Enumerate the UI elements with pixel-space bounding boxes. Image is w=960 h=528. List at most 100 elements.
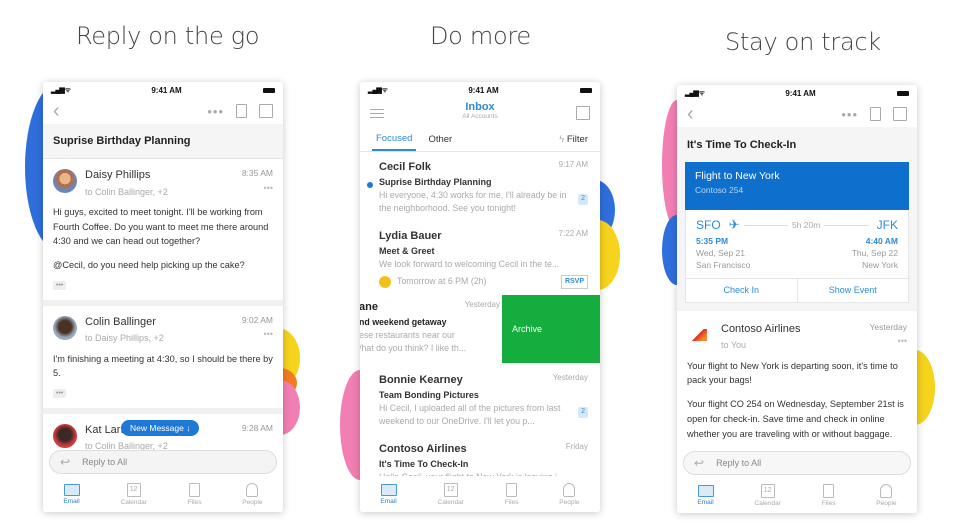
more-icon[interactable]: ••• [242, 327, 273, 341]
reply-all-field[interactable]: ↩ Reply to All [683, 451, 911, 475]
thread-message[interactable]: Contoso Airlines to You Yesterday ••• Yo… [677, 311, 917, 449]
list-item[interactable]: Cecil Folk 9:17 AM Suprise Birthday Plann… [360, 152, 600, 221]
avatar [53, 315, 77, 340]
back-button[interactable]: ‹ [53, 100, 60, 123]
tab-bar: Email 12 Calendar Files People [677, 477, 917, 513]
archive-icon[interactable] [893, 107, 907, 121]
departure-date: Wed, Sep 21 [696, 248, 745, 259]
tab-people[interactable]: People [559, 482, 580, 506]
recipients: to Daisy Phillips, +2 [85, 333, 164, 344]
message-subject: Suprise Birthday Planning [379, 176, 492, 187]
message-time: 9:28 AM [241, 422, 273, 433]
calendar-event-icon [379, 275, 391, 288]
message-body: Hi guys, excited to meet tonight. I'll b… [53, 206, 269, 247]
list-item[interactable]: Lydia Bauer 7:22 AM Meet & Greet We look … [360, 221, 600, 295]
expand-icon[interactable]: ••• [53, 389, 67, 398]
tab-calendar[interactable]: 12 Calendar [120, 482, 147, 506]
status-bar: ▂▄▆ ᯤ 9:41 AM [360, 82, 600, 98]
filter-button[interactable]: ϟ Filter [559, 134, 588, 145]
tab-calendar[interactable]: 12 Calendar [754, 483, 781, 507]
new-message-pill[interactable]: New Message ↓ [121, 420, 200, 436]
tab-email[interactable]: Email [63, 483, 80, 505]
expand-icon[interactable]: ••• [53, 280, 67, 290]
thread-count-badge: 2 [578, 407, 588, 418]
archive-icon[interactable] [259, 104, 273, 118]
archive-swipe-action[interactable]: Archive [502, 295, 600, 364]
sender-name: Daisy Phillips [85, 169, 151, 181]
more-icon[interactable]: ••• [841, 107, 858, 122]
message-subject: Team Bonding Pictures [379, 389, 479, 400]
recipients: to You [721, 340, 747, 351]
panel-title-do-more: Do more [430, 22, 531, 50]
status-bar: ▂▄▆ ᯤ 9:41 AM [677, 85, 917, 101]
flight-number: Contoso 254 [695, 185, 744, 195]
more-icon[interactable]: ••• [242, 181, 273, 195]
back-button[interactable]: ‹ [687, 103, 694, 126]
message-body: I'm finishing a meeting at 4:30, so I sh… [53, 353, 273, 379]
trash-icon[interactable] [236, 104, 247, 118]
thread-count-badge: 2 [578, 194, 588, 205]
signal-icon: ▂▄▆ ᯤ [368, 86, 388, 94]
more-icon[interactable]: ••• [207, 104, 224, 119]
tab-email[interactable]: Email [697, 484, 714, 506]
more-icon[interactable]: ••• [870, 334, 907, 348]
trash-icon[interactable] [870, 107, 881, 121]
status-time: 9:41 AM [785, 88, 816, 98]
tab-other[interactable]: Other [428, 134, 452, 145]
unread-dot [367, 182, 373, 188]
reply-all-field[interactable]: ↩ Reply to All [49, 450, 277, 474]
show-event-button[interactable]: Show Event [796, 278, 909, 302]
tab-files[interactable]: Files [187, 482, 202, 506]
battery-icon [262, 87, 275, 93]
sender-name: Contoso Airlines [379, 443, 467, 456]
tab-label: Calendar [754, 499, 781, 507]
avatar [53, 423, 77, 448]
message-subject: nd weekend getaway [360, 316, 447, 327]
thread-message[interactable]: Daisy Phillips to Colin Ballinger, +2 8:… [43, 159, 283, 306]
tab-label: Files [504, 498, 519, 506]
sender-name: ane [360, 301, 378, 314]
tab-label: Files [187, 498, 202, 506]
tab-label: People [876, 499, 897, 507]
event-info: Tomorrow at 6 PM (2h) RSVP [379, 274, 588, 290]
tab-calendar[interactable]: 12 Calendar [437, 482, 464, 506]
tab-label: Email [380, 497, 397, 505]
tab-people[interactable]: People [242, 482, 263, 506]
tab-label: Calendar [437, 498, 464, 506]
arrival-time: 4:40 AM [865, 235, 898, 246]
flight-duration: 5h 20m [791, 220, 821, 231]
status-time: 9:41 AM [468, 85, 499, 95]
sender-name: Cecil Folk [379, 161, 431, 173]
message-preview: We look forward to welcoming Cecil in th… [379, 259, 560, 270]
panel-title-reply: Reply on the go [76, 22, 260, 50]
flight-card-header: Flight to New York Contoso 254 [685, 162, 909, 210]
inbox-header: Inbox All Accounts [360, 98, 600, 128]
message-time: 7:22 AM [558, 229, 588, 239]
tab-label: People [559, 498, 580, 506]
tab-email[interactable]: Email [380, 483, 397, 505]
swiped-list-item[interactable]: ane Yesterday nd weekend getaway ese rest… [360, 295, 600, 365]
filter-icon: ϟ [559, 134, 567, 145]
check-in-button[interactable]: Check In [686, 279, 797, 302]
tab-focused[interactable]: Focused [372, 128, 417, 151]
message-preview: Hi everyone, 4:30 works for me, I'll alr… [379, 190, 567, 214]
thread-message[interactable]: Colin Ballinger to Daisy Phillips, +2 9:… [43, 306, 283, 414]
tab-people[interactable]: People [876, 483, 897, 507]
sender-name: Contoso Airlines [721, 322, 801, 335]
mail-icon [380, 483, 397, 496]
list-item[interactable]: Bonnie Kearney Yesterday Team Bonding Pic… [360, 365, 600, 434]
thread-subject: It's Time To Check-In [687, 139, 797, 151]
tab-files[interactable]: Files [504, 482, 519, 506]
rsvp-button[interactable]: RSVP [560, 274, 588, 290]
flight-title: Flight to New York [695, 170, 780, 182]
message-time: Yesterday [869, 321, 908, 332]
departure-code: SFO [696, 217, 721, 232]
signal-icon: ▂▄▆ ᯤ [685, 89, 705, 97]
tab-label: Calendar [120, 498, 147, 506]
calendar-icon: 12 [126, 482, 141, 497]
tab-files[interactable]: Files [822, 483, 835, 507]
file-icon [189, 482, 201, 497]
message-time: Friday [565, 442, 588, 452]
calendar-icon: 12 [443, 482, 458, 497]
phone-do-more: ▂▄▆ ᯤ 9:41 AM Inbox All Accounts Focused… [360, 82, 600, 512]
